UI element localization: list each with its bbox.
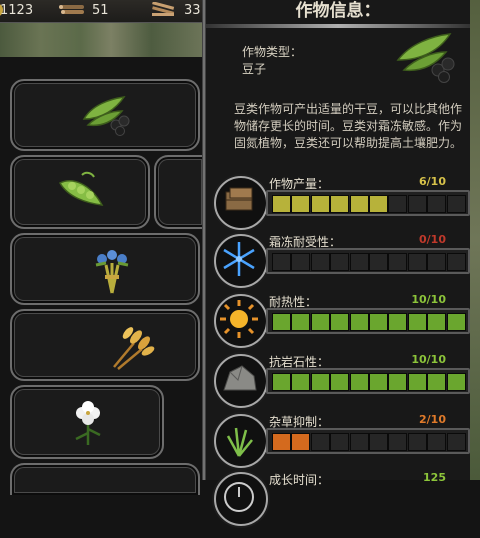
crop-card-cotton[interactable] [10,385,164,459]
crop-card-partial[interactable] [154,155,204,229]
stat-bar-segment [310,313,330,331]
stat-bar-segment [291,433,311,451]
stat-bar-segment [272,253,291,271]
stat-bar-segment [369,373,388,391]
panel-title: 作物信息： [295,1,381,21]
stat-bar-segment [272,373,291,391]
snowflake-icon [214,234,268,288]
stat-bar-segment [349,313,369,331]
stat-bar-segment [369,313,388,331]
stat-bar-segment [349,373,369,391]
stat-bar-segment [388,433,408,451]
stat-bar-segment [272,433,291,451]
stat-bar [266,248,470,274]
soybean-icon [82,96,130,136]
stat-bar-segment [330,195,350,213]
stat-bar-segment [388,195,408,213]
resource-bar: 1123 51 33 [0,0,202,23]
stat-bar-segment [446,195,466,213]
stat-bar-segment [388,313,408,331]
stat-bar-segment [446,373,466,391]
crop-type-label: 作物类型： [242,45,303,59]
stat-bar-segment [407,253,427,271]
stat-bar-segment [407,373,427,391]
wheat-icon [113,327,155,370]
stat-bar-segment [388,373,408,391]
stat-bar-segment [407,195,427,213]
stat-bar-segment [310,373,330,391]
crop-info-panel: 作物信息： 作物类型： 豆子 豆类作物可产出适量的干豆，可以比其他作物储存更长的… [206,0,470,526]
stat-bar-segment [330,433,350,451]
stat-bar-segment [291,195,311,213]
soybean-icon [396,33,455,83]
cotton-flower-icon [75,401,101,445]
log-icon [59,5,84,14]
stat-value: 0/10 [419,233,446,246]
map-terrain-right[interactable] [470,0,480,480]
rock-icon [214,354,268,408]
crop-card-soybean[interactable] [10,79,200,151]
stat-bar-segment [407,433,427,451]
flax-bundle-icon [95,250,129,294]
stat-bar-segment [349,433,369,451]
stat-bar-segment [407,313,427,331]
resource-logs-value: 51 [92,3,109,18]
weed-icon [214,414,268,468]
stat-bar-segment [446,253,466,271]
stat-row: 成长时间： 125 [214,466,470,538]
resource-coins-value: 1123 [0,3,34,18]
stat-bar-segment [427,195,447,213]
stat-bar-segment [427,253,447,271]
pea-pod-icon [58,171,104,206]
stat-bar-segment [310,433,330,451]
stat-bar-segment [369,195,388,213]
crop-list [0,57,204,495]
crop-card-wheat[interactable] [10,309,200,381]
stat-bar-segment [330,253,350,271]
stat-bar [266,190,470,216]
stat-bar-segment [369,253,388,271]
stat-bar-segment [291,253,311,271]
stat-bar-segment [291,373,311,391]
stat-bar-segment [349,195,369,213]
stat-value: 125 [423,471,446,484]
stat-bar-segment [427,373,447,391]
stat-value: 2/10 [419,413,446,426]
stat-bar-segment [369,433,388,451]
stat-value: 10/10 [411,353,446,366]
stat-bar-segment [272,313,291,331]
crop-card-next[interactable] [10,463,200,495]
crop-card-pea[interactable] [10,155,150,229]
stat-bar-segment [272,195,291,213]
stat-bar-segment [349,253,369,271]
stat-value: 6/10 [419,175,446,188]
clock-icon [214,472,268,526]
stat-bar-segment [330,313,350,331]
stat-bar-segment [310,195,330,213]
stat-bar-segment [291,313,311,331]
crop-description: 豆类作物可产出适量的干豆，可以比其他作物储存更长的时间。豆类对霜冻敏感。作为固氮… [234,102,463,150]
stat-bar-segment [427,313,447,331]
crate-icon [214,176,268,230]
stat-bar [266,308,470,334]
stat-value: 10/10 [411,293,446,306]
crop-type-value: 豆子 [242,62,267,76]
stat-bar-segment [446,433,466,451]
map-terrain[interactable] [0,23,202,57]
resource-planks-value: 33 [184,3,201,18]
stat-bar-segment [427,433,447,451]
stat-bar-segment [310,253,330,271]
plank-icon [152,2,175,16]
stat-bar [266,368,470,394]
sun-icon [214,294,268,348]
title-divider [206,24,470,28]
crop-card-flax[interactable] [10,233,200,305]
stat-bar-segment [446,313,466,331]
stat-bar-segment [330,373,350,391]
stat-bar-segment [388,253,408,271]
stat-bar [266,428,470,454]
